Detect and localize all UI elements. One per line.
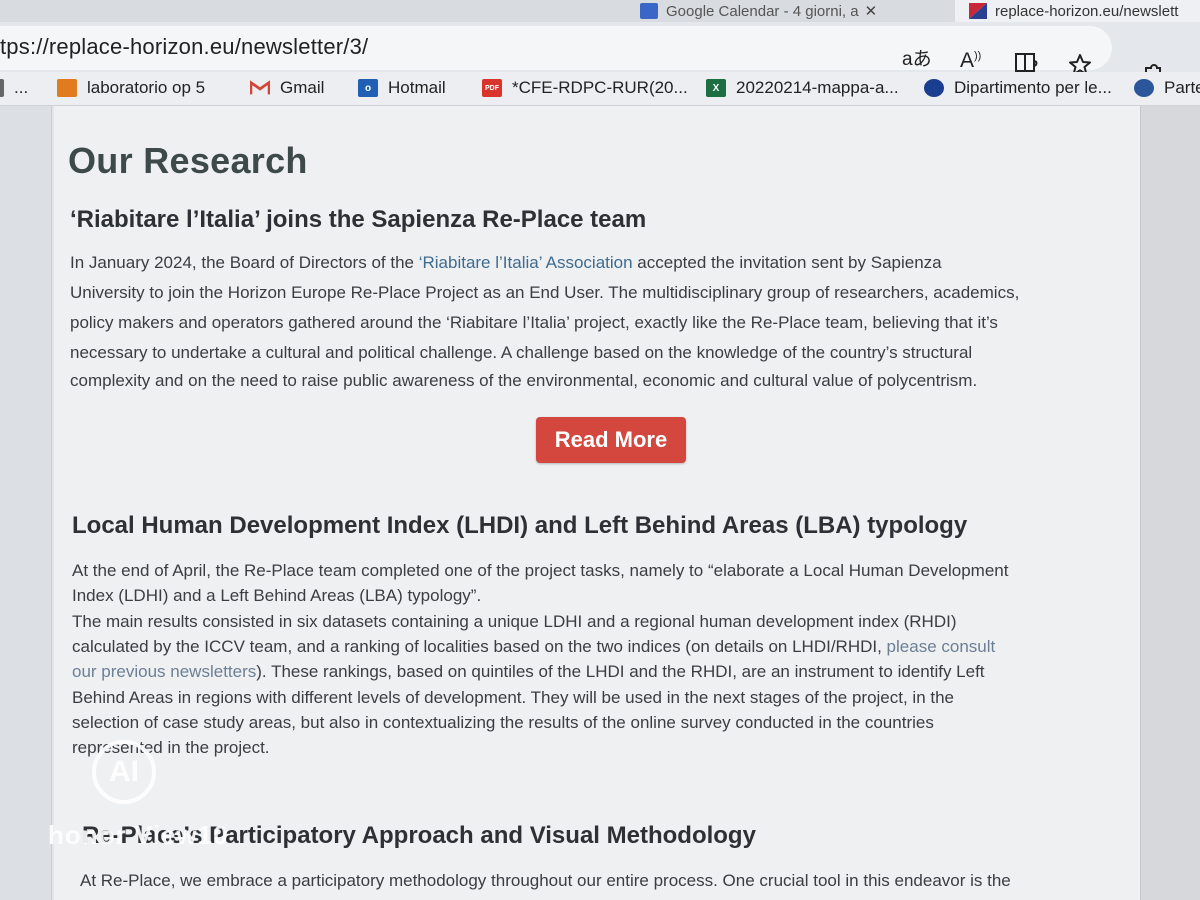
people-icon	[1134, 79, 1154, 97]
outlook-icon: o	[358, 79, 378, 97]
page-title: Our Research	[68, 140, 308, 181]
article-line: our previous newsletters). These ranking…	[72, 662, 985, 681]
camera-ai-badge: AI	[92, 740, 156, 804]
article-line: The main results consisted in six datase…	[72, 612, 957, 631]
translate-icon[interactable]: aあ	[902, 50, 932, 69]
article-line: complexity and on the need to raise publ…	[70, 371, 978, 390]
bookmark-pdf[interactable]: PDF *CFE-RDPC-RUR(20...	[482, 78, 688, 98]
article-heading-riabitare: ‘Riabitare l’Italia’ joins the Sapienza …	[70, 206, 647, 233]
bookmark-gmail[interactable]: Gmail	[250, 78, 324, 98]
folder-icon	[57, 79, 77, 97]
site-icon	[969, 3, 987, 19]
previous-newsletters-link[interactable]: please consult	[887, 637, 996, 656]
camera-watermark: honor View10	[48, 820, 229, 850]
page-icon	[0, 79, 4, 97]
bookmark-parte[interactable]: Parte	[1134, 78, 1200, 98]
close-icon[interactable]: ✕	[865, 2, 878, 20]
pdf-icon: PDF	[482, 79, 502, 97]
address-bar[interactable]: tps://replace-horizon.eu/newsletter/3/	[0, 26, 1112, 70]
read-aloud-icon[interactable]: A))	[960, 50, 981, 71]
bookmark-item[interactable]: ...	[0, 78, 28, 98]
article-line: At the end of April, the Re-Place team c…	[72, 561, 1009, 580]
article-line: Index (LDHI) and a Left Behind Areas (LB…	[72, 586, 482, 605]
bookmark-excel[interactable]: X 20220214-mappa-a...	[706, 78, 899, 98]
globe-icon	[924, 79, 944, 97]
tab-replace-horizon[interactable]: replace-horizon.eu/newslett	[955, 0, 1200, 22]
article-line: At Re-Place, we embrace a participatory …	[80, 871, 1011, 890]
page-right-margin	[1140, 106, 1200, 900]
bookmark-dipartimento[interactable]: Dipartimento per le...	[924, 78, 1112, 98]
bookmark-folder-laboratorio[interactable]: laboratorio op 5	[57, 78, 205, 98]
tab-strip: Google Calendar - 4 giorni, a ✕ replace-…	[0, 0, 1200, 22]
url-text[interactable]: tps://replace-horizon.eu/newsletter/3/	[0, 34, 368, 60]
gmail-icon	[250, 79, 270, 97]
article-line: calculated by the ICCV team, and a ranki…	[72, 637, 996, 656]
article-line: necessary to undertake a cultural and po…	[70, 343, 973, 362]
article-line: policy makers and operators gathered aro…	[70, 313, 998, 332]
article-heading-lhdi: Local Human Development Index (LHDI) and…	[72, 512, 968, 539]
article-line: In January 2024, the Board of Directors …	[70, 253, 942, 272]
tab-google-calendar[interactable]: Google Calendar - 4 giorni, a ✕	[640, 0, 940, 22]
tab-title: replace-horizon.eu/newslett	[995, 2, 1179, 20]
calendar-icon	[640, 3, 658, 19]
page-left-margin	[0, 106, 52, 900]
excel-icon: X	[706, 79, 726, 97]
riabitare-association-link[interactable]: ‘Riabitare l’Italia’ Association	[419, 253, 633, 272]
article-line: University to join the Horizon Europe Re…	[70, 283, 1020, 302]
bookmarks-bar: ... laboratorio op 5 Gmail o Hotmail PDF…	[0, 72, 1200, 106]
read-more-button[interactable]: Read More	[536, 417, 686, 463]
article-line: Behind Areas in regions with different l…	[72, 688, 955, 707]
bookmark-hotmail[interactable]: o Hotmail	[358, 78, 446, 98]
tab-title: Google Calendar - 4 giorni, a	[666, 2, 859, 20]
previous-newsletters-link[interactable]: our previous newsletters	[72, 662, 256, 681]
article-line: selection of case study areas, but also …	[72, 713, 934, 732]
